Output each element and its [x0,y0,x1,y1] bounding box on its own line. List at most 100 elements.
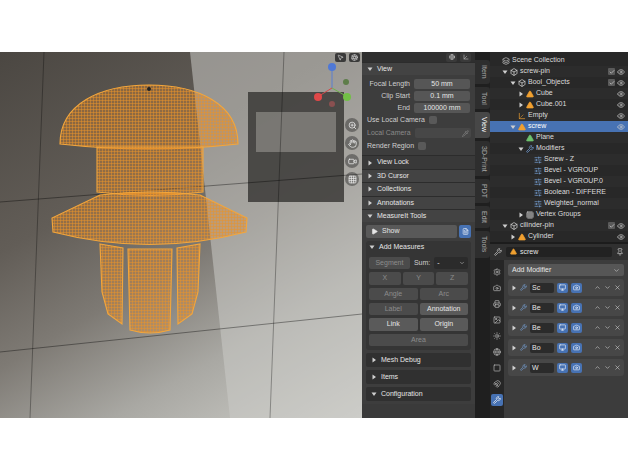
expanded-arrow-icon[interactable] [371,391,377,397]
outliner-row[interactable]: cilinder-pin [490,220,628,231]
expanded-arrow-icon[interactable] [369,244,375,250]
expanded-arrow-icon[interactable] [367,66,373,72]
sidebar-tab[interactable]: 3D-Print [475,141,490,177]
eye-icon[interactable] [617,101,625,109]
exclude-checkbox[interactable] [608,222,615,229]
tool-button[interactable]: Annotation [420,303,469,315]
properties-tab[interactable] [491,346,503,358]
shading-button[interactable] [446,53,457,62]
subpanel-header[interactable]: Items [366,370,471,384]
properties-tab[interactable] [491,266,503,278]
collapsed-arrow-icon[interactable] [511,325,517,331]
modifier-name-field[interactable]: Be [530,323,554,333]
number-field[interactable]: 50 mm [414,79,470,89]
viewport-toggle[interactable] [557,283,568,293]
outliner-row[interactable]: Scene Collection [490,55,628,66]
properties-tab[interactable] [491,394,503,406]
expanded-arrow-icon[interactable] [518,146,524,152]
grid-button[interactable] [345,172,359,186]
sidebar-tab[interactable]: Edit [475,206,490,228]
viewport-toggle[interactable] [557,343,568,353]
outliner-row[interactable]: Boolean - DIFFERE [490,187,628,198]
move-down-icon[interactable] [604,324,611,331]
modifier-panel[interactable]: Be [508,299,624,316]
properties-tab[interactable] [491,314,503,326]
sidebar-tab[interactable]: Item [475,60,490,84]
move-up-icon[interactable] [594,344,601,351]
outliner-row[interactable]: Cube.001 [490,99,628,110]
outliner-row[interactable]: screw-pin [490,66,628,77]
zoom-button[interactable] [345,118,359,132]
checkbox[interactable] [429,116,437,124]
outliner-row[interactable]: Vertex Groups [490,209,628,220]
collapsed-arrow-icon[interactable] [371,374,377,380]
properties-tab[interactable] [491,282,503,294]
sidebar-tab[interactable]: View [475,112,490,137]
sidebar-tab[interactable]: Tool [475,87,490,110]
collapsed-arrow-icon[interactable] [518,102,524,108]
outliner-row[interactable]: Cylinder [490,231,628,242]
outliner-row[interactable]: Bevel - VGROUP [490,165,628,176]
expanded-arrow-icon[interactable] [502,69,508,75]
outliner-row[interactable]: screw [490,121,628,132]
properties-tab[interactable] [491,330,503,342]
collapsed-arrow-icon[interactable] [367,200,373,206]
move-up-icon[interactable] [594,304,601,311]
modifier-panel[interactable]: Bo [508,339,624,356]
number-field[interactable]: 100000 mm [414,103,470,113]
tool-button[interactable]: Link [369,318,418,330]
eye-icon[interactable] [617,123,625,131]
remove-icon[interactable] [614,284,621,291]
move-up-icon[interactable] [594,324,601,331]
collapsed-arrow-icon[interactable] [511,305,517,311]
eye-icon[interactable] [617,112,625,120]
screw-wireframe[interactable] [52,85,247,333]
render-button[interactable] [459,225,471,237]
properties-tab[interactable] [491,298,503,310]
pan-button[interactable] [345,136,359,150]
camera-button[interactable] [345,154,359,168]
checkbox-row[interactable]: Use Local Camera [362,114,475,126]
collapsed-arrow-icon[interactable] [511,365,517,371]
show-button[interactable]: Show [366,225,457,237]
expanded-arrow-icon[interactable] [510,80,516,86]
render-toggle[interactable] [571,303,582,313]
collapsed-arrow-icon[interactable] [367,186,373,192]
move-up-icon[interactable] [594,364,601,371]
remove-icon[interactable] [614,344,621,351]
collapsed-arrow-icon[interactable] [367,173,373,179]
outliner-row[interactable]: Screw - Z [490,154,628,165]
panel-header[interactable]: 3D Cursor [362,169,475,182]
eye-icon[interactable] [617,68,625,76]
modifier-panel[interactable]: Be [508,319,624,336]
tool-button[interactable]: Origin [420,318,469,330]
eye-icon[interactable] [617,233,625,241]
collapsed-arrow-icon[interactable] [518,212,524,218]
render-toggle[interactable] [571,363,582,373]
modifier-name-field[interactable]: Be [530,303,554,313]
collapsed-arrow-icon[interactable] [511,345,517,351]
expanded-arrow-icon[interactable] [502,223,508,229]
sidebar-tab[interactable]: Tools [475,231,490,257]
expanded-arrow-icon[interactable] [510,124,516,130]
modifier-name-field[interactable]: Sc [530,283,554,293]
move-down-icon[interactable] [604,304,611,311]
outliner-row[interactable]: Modifiers [490,143,628,154]
viewport-scene[interactable] [0,52,362,418]
navigation-gizmo[interactable] [310,60,354,110]
eye-icon[interactable] [617,79,625,87]
collapsed-arrow-icon[interactable] [510,234,516,240]
remove-icon[interactable] [614,364,621,371]
viewport[interactable] [0,52,362,418]
panel-header[interactable]: Annotations [362,196,475,209]
outliner-row[interactable]: Cube [490,88,628,99]
overlay-button[interactable] [349,53,360,62]
exclude-checkbox[interactable] [608,79,615,86]
pin-icon[interactable] [616,248,624,256]
render-toggle[interactable] [571,283,582,293]
subpanel-header[interactable]: Configuration [366,387,471,401]
select-button[interactable] [335,53,346,62]
panel-header[interactable]: View [362,62,475,75]
move-down-icon[interactable] [604,364,611,371]
outliner-row[interactable]: Bevel - VGROUP.0 [490,176,628,187]
